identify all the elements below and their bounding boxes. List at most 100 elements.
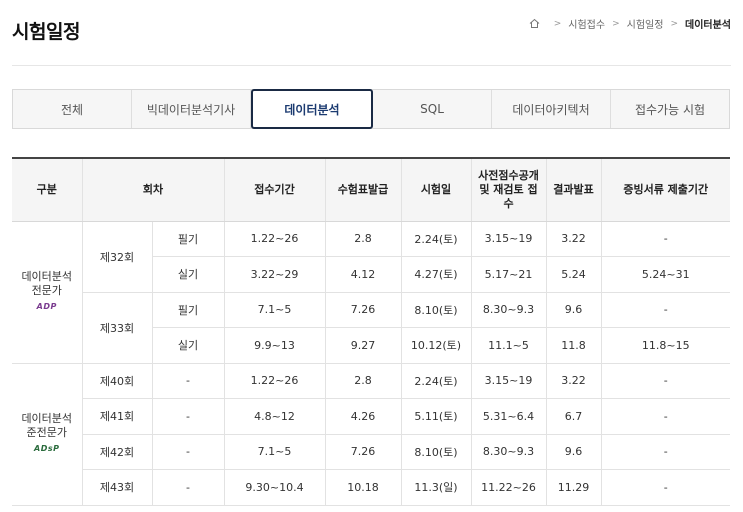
cell: 11.29 [546,469,602,506]
cell: 3.15~19 [471,221,547,257]
cell: 9.30~10.4 [224,469,326,506]
cell: - [601,469,730,506]
cell: 11.1~5 [471,327,547,364]
cell: - [601,398,730,435]
cell: - [601,363,730,399]
breadcrumb-current: 데이터분석 [685,20,731,31]
cell: 5.24 [546,256,602,293]
cell: 3.22 [546,221,602,257]
cell: 9.27 [325,327,402,364]
table-row: 제43회 - 9.30~10.4 10.18 11.3(일) 11.22~26 … [12,469,730,506]
tab-data-architecture[interactable]: 데이터아키텍처 [492,90,611,128]
cell: 7.1~5 [224,292,326,328]
group-name: 데이터분석 [21,270,73,283]
table-row: 데이터분석 준전문가 ADsP 제40회 - 1.22~26 2.8 2.24(… [12,363,730,506]
breadcrumb-item[interactable]: 시험접수 [568,16,605,31]
round-cell: 제42회 [82,434,153,470]
home-icon[interactable] [529,18,540,29]
cell: 11.8~15 [601,327,730,364]
table-row: 제42회 - 7.1~5 7.26 8.10(토) 8.30~9.3 9.6 - [12,434,730,470]
cell: 7.1~5 [224,434,326,470]
cell: 3.22 [546,363,602,399]
table-header-row: 구분 회차 접수기간 수험표발급 시험일 사전점수공개 및 재검토 접수 결과발… [12,157,730,222]
type-cell: - [152,434,225,470]
cell: 8.30~9.3 [471,434,547,470]
breadcrumb: > 시험접수 > 시험일정 > 데이터분석 [529,16,731,31]
cell: 3.15~19 [471,363,547,399]
tab-bigdata[interactable]: 빅데이터분석기사 [132,90,251,128]
header-category: 구분 [12,157,83,222]
tab-sql[interactable]: SQL [373,90,492,128]
breadcrumb-item[interactable]: 시험일정 [627,16,664,31]
cell: 11.8 [546,327,602,364]
header-round: 회차 [82,157,225,222]
group-adp: 데이터분석 전문가 ADP [12,221,83,364]
table-row: 데이터분석 전문가 ADP 제32회 필기 1.22~26 2.8 2.24(토… [12,221,730,364]
group-adsp: 데이터분석 준전문가 ADsP [12,363,83,506]
round-cell: 제43회 [82,469,153,506]
cell: 8.10(토) [401,292,472,328]
cell: - [601,434,730,470]
round-cell: 제32회 [82,221,153,293]
group-name: 전문가 [31,284,62,297]
cell: 4.8~12 [224,398,326,435]
adsp-logo: ADsP [34,444,60,453]
header-preliminary-score: 사전점수공개 및 재검토 접수 [471,157,547,222]
header-document-period: 증빙서류 제출기간 [601,157,730,222]
group-name: 준전문가 [26,426,67,439]
cell: 11.3(일) [401,469,472,506]
type-cell: 필기 [152,221,225,257]
cell: 10.12(토) [401,327,472,364]
cell: 10.18 [325,469,402,506]
cell: 11.22~26 [471,469,547,506]
cell: 7.26 [325,292,402,328]
cell: 9.9~13 [224,327,326,364]
type-cell: 실기 [152,256,225,293]
cell: 6.7 [546,398,602,435]
round-cell: 제40회 [82,363,153,399]
type-cell: 필기 [152,292,225,328]
type-cell: - [152,363,225,399]
table-row: 제41회 - 4.8~12 4.26 5.11(토) 5.31~6.4 6.7 … [12,398,730,435]
header-result: 결과발표 [546,157,602,222]
cell: 9.6 [546,292,602,328]
tab-data-analysis[interactable]: 데이터분석 [251,89,373,129]
cell: 5.17~21 [471,256,547,293]
cell: 8.30~9.3 [471,292,547,328]
cell: 4.27(토) [401,256,472,293]
cell: 7.26 [325,434,402,470]
chevron-right-icon: > [612,18,620,29]
cell: 4.26 [325,398,402,435]
schedule-table: 구분 회차 접수기간 수험표발급 시험일 사전점수공개 및 재검토 접수 결과발… [12,157,730,506]
type-cell: 실기 [152,327,225,364]
header-admission-ticket: 수험표발급 [325,157,402,222]
chevron-right-icon: > [670,18,678,29]
type-cell: - [152,398,225,435]
adp-logo: ADP [36,302,57,311]
cell: 2.8 [325,363,402,399]
header-application-period: 접수기간 [224,157,326,222]
cell: 5.24~31 [601,256,730,293]
cell: 2.24(토) [401,221,472,257]
cell: 8.10(토) [401,434,472,470]
cell: - [601,221,730,257]
cell: 2.8 [325,221,402,257]
cell: 2.24(토) [401,363,472,399]
tab-all[interactable]: 전체 [13,90,132,128]
cell: 5.11(토) [401,398,472,435]
type-cell: - [152,469,225,506]
table-row: 제33회 필기 7.1~5 7.26 8.10(토) 8.30~9.3 9.6 … [12,292,730,364]
divider [12,65,731,66]
cell: 9.6 [546,434,602,470]
cell: 1.22~26 [224,221,326,257]
cell: 4.12 [325,256,402,293]
header-exam-date: 시험일 [401,157,472,222]
cell: - [601,292,730,328]
tab-available-exams[interactable]: 접수가능 시험 [611,90,729,128]
group-name: 데이터분석 [21,412,73,425]
cell: 5.31~6.4 [471,398,547,435]
chevron-right-icon: > [553,18,562,29]
round-cell: 제33회 [82,292,153,364]
page-title: 시험일정 [12,21,80,43]
round-cell: 제41회 [82,398,153,435]
